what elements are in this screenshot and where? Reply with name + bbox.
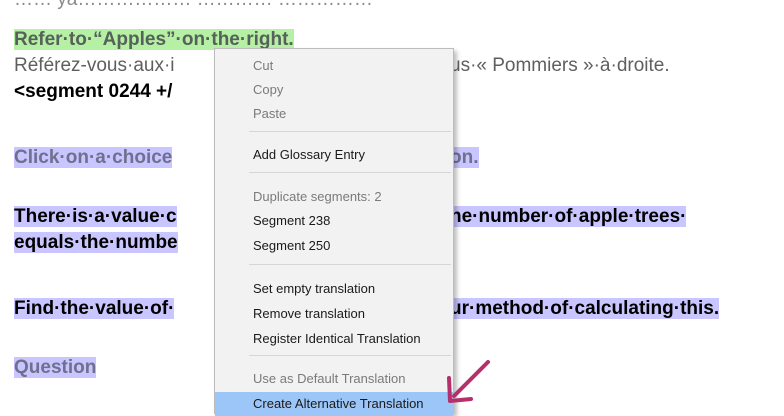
menu-item-copy[interactable]: Copy	[215, 78, 453, 102]
annotation-arrow-icon	[447, 360, 490, 403]
source-segment[interactable]: There·is·a·value·c	[14, 205, 177, 229]
translation-line[interactable]: Référez-vous·aux·i	[14, 54, 175, 78]
source-text-left: There·is·a·value·c	[14, 206, 177, 227]
context-menu: Cut Copy Paste Add Glossary Entry Duplic…	[214, 48, 454, 416]
source-segment-right[interactable]: ur·method·of·calculating·this.	[450, 297, 720, 321]
source-text: Refer·to·“Apples”·on·the·right.	[14, 29, 294, 50]
source-segment[interactable]: Click·on·a·choice	[14, 146, 173, 170]
source-segment[interactable]: Question	[14, 356, 97, 380]
translation-text-left: Référez-vous·aux·i	[14, 55, 175, 76]
menu-separator	[249, 264, 451, 265]
source-segment-right[interactable]: on.	[450, 146, 479, 170]
annotation-arrow-shaft	[452, 360, 490, 398]
segment-text-cut-top: …… ya……………… ………… ……………	[14, 0, 373, 12]
translation-text-right: us·« Pommiers »·à·droite.	[450, 55, 670, 76]
source-text-left: Find·the·value·of·	[14, 298, 175, 319]
menu-item-duplicate-segments: Duplicate segments: 2	[253, 189, 382, 204]
source-segment-right[interactable]: he·number·of·apple·trees·	[450, 205, 687, 229]
source-segment[interactable]: Find·the·value·of·	[14, 297, 175, 321]
translation-line-right[interactable]: us·« Pommiers »·à·droite.	[450, 54, 670, 78]
menu-item-use-as-default-translation[interactable]: Use as Default Translation	[215, 367, 453, 391]
menu-item-paste[interactable]: Paste	[215, 102, 453, 126]
source-text-right: on.	[450, 147, 479, 168]
menu-item-add-glossary-entry[interactable]: Add Glossary Entry	[215, 143, 453, 167]
menu-separator	[249, 131, 451, 132]
source-text-right: ur·method·of·calculating·this.	[450, 298, 720, 319]
segment-marker: <segment 0244 +/	[14, 81, 173, 102]
source-text-left: Click·on·a·choice	[14, 147, 173, 168]
source-text: Question	[14, 357, 97, 378]
menu-item-segment-238[interactable]: Segment 238	[215, 209, 453, 233]
source-segment-continued[interactable]: equals·the·numbe	[14, 231, 178, 255]
menu-item-cut[interactable]: Cut	[215, 54, 453, 78]
menu-separator	[249, 172, 451, 173]
source-text-right: he·number·of·apple·trees·	[450, 206, 687, 227]
menu-item-register-identical-translation[interactable]: Register Identical Translation	[215, 327, 453, 351]
source-text-left: equals·the·numbe	[14, 232, 178, 253]
menu-item-remove-translation[interactable]: Remove translation	[215, 302, 453, 326]
menu-separator	[249, 355, 451, 356]
menu-item-create-alternative-translation[interactable]: Create Alternative Translation	[215, 392, 453, 416]
menu-item-segment-250[interactable]: Segment 250	[215, 234, 453, 258]
menu-item-set-empty-translation[interactable]: Set empty translation	[215, 277, 453, 301]
